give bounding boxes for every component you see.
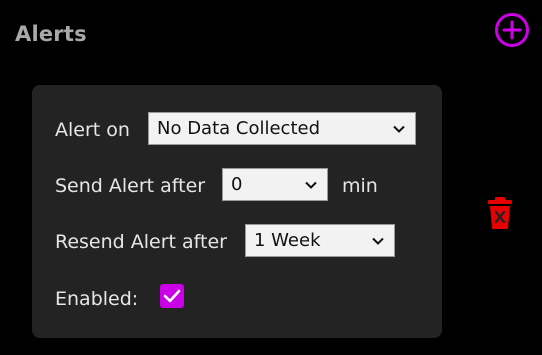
alert-on-label: Alert on [55, 119, 130, 141]
page-title: Alerts [15, 22, 87, 46]
checkmark-icon [163, 289, 181, 303]
send-after-unit: min [342, 175, 378, 197]
chevron-down-icon [393, 125, 405, 133]
delete-alert-button[interactable] [487, 196, 513, 230]
alert-card: Alert on No Data Collected Send Alert af… [32, 85, 442, 338]
resend-after-select[interactable]: 1 Week [245, 224, 395, 257]
chevron-down-icon [305, 181, 317, 189]
enabled-label: Enabled: [55, 288, 139, 310]
resend-after-label: Resend Alert after [55, 231, 227, 253]
resend-after-value: 1 Week [254, 230, 321, 251]
enabled-checkbox[interactable] [160, 284, 184, 308]
alert-on-value: No Data Collected [157, 118, 321, 139]
chevron-down-icon [372, 237, 384, 245]
alert-on-select[interactable]: No Data Collected [148, 112, 416, 145]
trash-icon [488, 197, 512, 229]
send-after-value: 0 [231, 174, 243, 195]
add-alert-button[interactable] [494, 12, 530, 48]
send-after-label: Send Alert after [55, 175, 206, 197]
plus-circle-icon [495, 13, 529, 47]
send-after-select[interactable]: 0 [222, 168, 328, 201]
alerts-page: Alerts Alert on No Data Collected Send A… [0, 0, 542, 355]
